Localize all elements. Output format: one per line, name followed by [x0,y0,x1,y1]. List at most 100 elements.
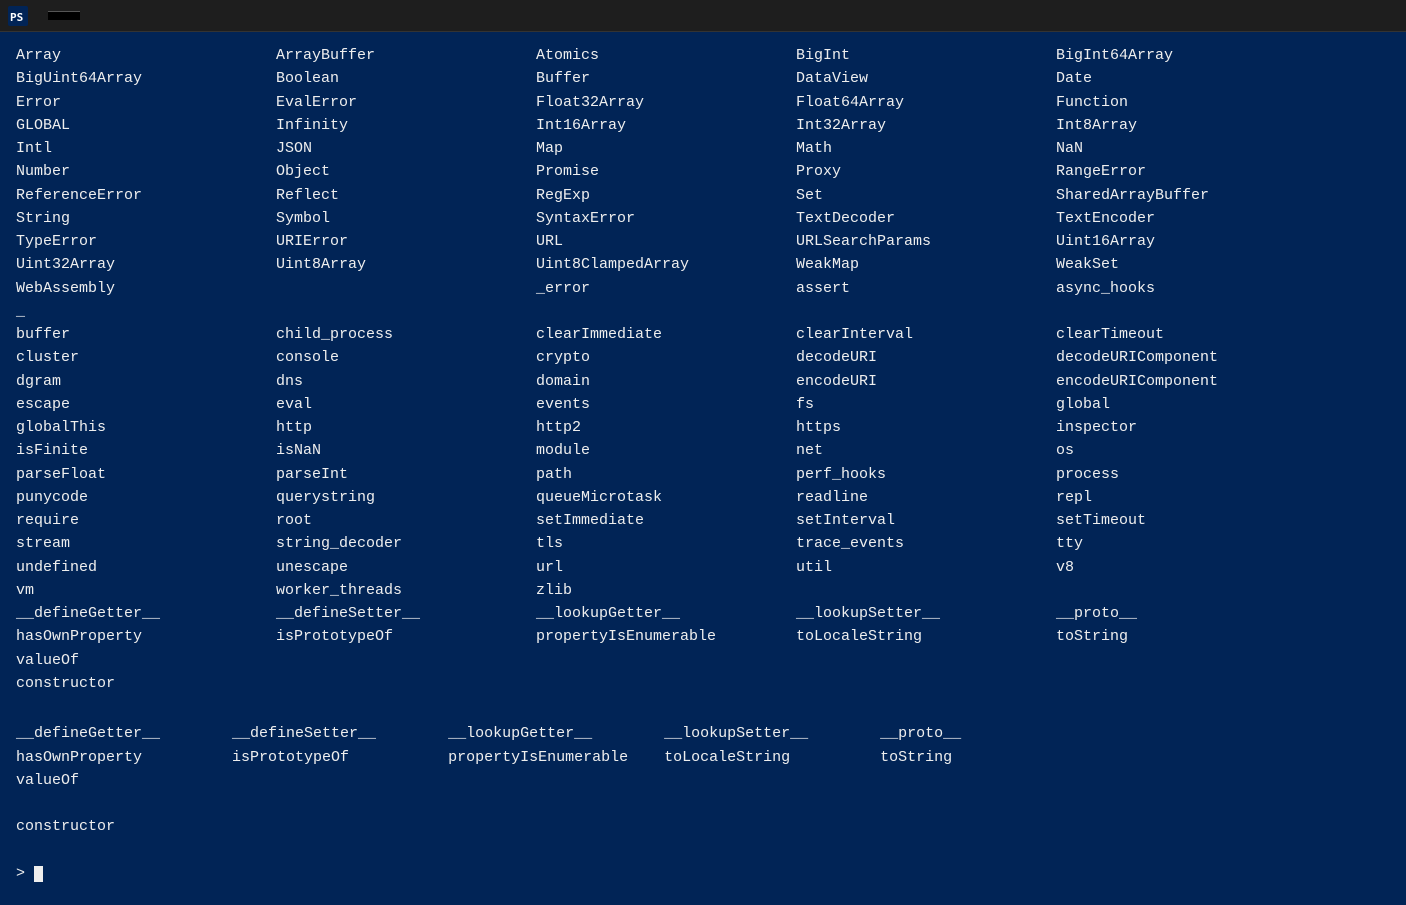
grid-cell: Uint32Array [16,253,276,276]
terminal-window[interactable]: ArrayArrayBufferAtomicsBigIntBigInt64Arr… [0,32,1406,905]
special-row-1: __defineGetter__ __defineSetter__ __look… [16,722,1390,745]
grid-cell: cluster [16,346,276,369]
grid-cell [276,672,536,695]
grid-cell: async_hooks [1056,277,1316,300]
svg-text:PS: PS [10,11,23,24]
grid-cell: Int32Array [796,114,1056,137]
close-button[interactable] [1352,0,1398,32]
grid-cell: hasOwnProperty [16,625,276,648]
grid-cell: readline [796,486,1056,509]
grid-cell: v8 [1056,556,1316,579]
grid-cell: decodeURIComponent [1056,346,1316,369]
tabs [48,11,120,20]
grid-cell: URL [536,230,796,253]
grid-cell: https [796,416,1056,439]
grid-cell: TextDecoder [796,207,1056,230]
constructor-line: constructor [16,815,1390,838]
grid-cell: perf_hooks [796,463,1056,486]
grid-cell: BigUint64Array [16,67,276,90]
special-row-3: valueOf [16,769,1390,792]
grid-cell: Buffer [536,67,796,90]
grid-cell: punycode [16,486,276,509]
grid-cell: queueMicrotask [536,486,796,509]
grid-cell: constructor [16,672,276,695]
grid-cell [796,300,1056,323]
grid-cell: Array [16,44,276,67]
grid-cell: Atomics [536,44,796,67]
grid-cell [276,649,536,672]
grid-cell: stream [16,532,276,555]
grid-cell: WebAssembly [16,277,276,300]
grid-cell: Int8Array [1056,114,1316,137]
grid-cell: Proxy [796,160,1056,183]
grid-cell: setInterval [796,509,1056,532]
globals-grid: ArrayArrayBufferAtomicsBigIntBigInt64Arr… [16,44,1390,695]
active-tab[interactable] [48,11,80,20]
grid-cell: NaN [1056,137,1316,160]
grid-cell: console [276,346,536,369]
grid-cell: GLOBAL [16,114,276,137]
grid-cell [276,300,536,323]
grid-cell: toLocaleString [796,625,1056,648]
grid-cell: domain [536,370,796,393]
grid-cell: DataView [796,67,1056,90]
titlebar: PS [0,0,1406,32]
grid-cell: ArrayBuffer [276,44,536,67]
grid-cell: Uint8Array [276,253,536,276]
grid-cell: __lookupSetter__ [796,602,1056,625]
grid-cell [1056,579,1316,602]
grid-cell: clearTimeout [1056,323,1316,346]
grid-cell: repl [1056,486,1316,509]
grid-cell: assert [796,277,1056,300]
grid-cell: Object [276,160,536,183]
blank-line-2 [16,792,1390,815]
grid-cell: inspector [1056,416,1316,439]
grid-cell: dgram [16,370,276,393]
grid-cell: setTimeout [1056,509,1316,532]
grid-cell: SyntaxError [536,207,796,230]
minimize-button[interactable] [1252,0,1298,32]
grid-cell: JSON [276,137,536,160]
grid-cell: require [16,509,276,532]
grid-cell: encodeURI [796,370,1056,393]
grid-cell: Infinity [276,114,536,137]
grid-cell [1056,300,1316,323]
grid-cell: tls [536,532,796,555]
grid-cell [276,277,536,300]
grid-cell [796,649,1056,672]
grid-cell: http [276,416,536,439]
grid-cell: String [16,207,276,230]
grid-cell: string_decoder [276,532,536,555]
grid-cell [1056,672,1316,695]
grid-cell: url [536,556,796,579]
grid-cell: ReferenceError [16,184,276,207]
special-row-2: hasOwnProperty isPrototypeOf propertyIsE… [16,746,1390,769]
grid-cell [536,300,796,323]
blank-line-1 [16,699,1390,722]
grid-cell: parseFloat [16,463,276,486]
grid-cell: crypto [536,346,796,369]
grid-cell: Uint8ClampedArray [536,253,796,276]
grid-cell: __lookupGetter__ [536,602,796,625]
grid-cell: URIError [276,230,536,253]
grid-cell: BigInt [796,44,1056,67]
grid-cell: EvalError [276,91,536,114]
grid-cell [1056,649,1316,672]
grid-cell: path [536,463,796,486]
grid-cell: Reflect [276,184,536,207]
grid-cell: http2 [536,416,796,439]
grid-cell [536,672,796,695]
grid-cell: WeakMap [796,253,1056,276]
grid-cell: Map [536,137,796,160]
grid-cell: Function [1056,91,1316,114]
grid-cell: dns [276,370,536,393]
blank-line-3 [16,839,1390,862]
grid-cell: Set [796,184,1056,207]
grid-cell [796,672,1056,695]
grid-cell: zlib [536,579,796,602]
grid-cell: WeakSet [1056,253,1316,276]
maximize-button[interactable] [1302,0,1348,32]
grid-cell [536,649,796,672]
final-prompt[interactable]: > [16,862,1390,885]
grid-cell: root [276,509,536,532]
